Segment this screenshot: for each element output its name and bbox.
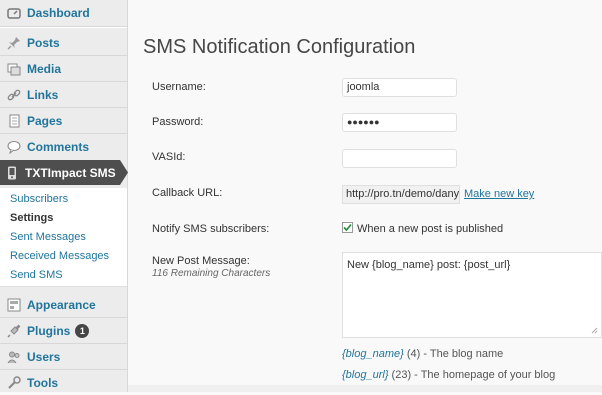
menu-separator-highlight (0, 27, 127, 28)
vasid-input[interactable] (342, 149, 457, 168)
txtimpact-label-wrap: TXTImpact SMS (7, 160, 116, 185)
main-content: SMS Notification Configuration Username:… (128, 0, 602, 392)
menu-media[interactable]: Media (0, 57, 127, 81)
menu-separator (0, 369, 127, 370)
submenu-subscribers[interactable]: Subscribers (10, 193, 68, 205)
submenu-received-messages[interactable]: Received Messages (10, 250, 109, 262)
admin-sidebar: Dashboard Posts Media Links Pages Commen… (0, 0, 128, 392)
notify-option-label[interactable]: When a new post is published (357, 223, 503, 235)
username-label: Username: (152, 81, 206, 93)
submenu-settings[interactable]: Settings (10, 212, 53, 224)
menu-links-label: Links (27, 88, 59, 102)
link-icon (7, 88, 21, 102)
plug-icon (7, 324, 21, 338)
submenu-sent-messages[interactable]: Sent Messages (10, 231, 86, 243)
new-post-message-text: New {blog_name} post: {post_url} (347, 259, 511, 271)
menu-separator (0, 107, 127, 108)
notify-checkbox[interactable] (342, 222, 353, 233)
page-title: SMS Notification Configuration (143, 36, 416, 58)
callback-url-label: Callback URL: (152, 187, 223, 199)
hint-text: (23) - The homepage of your blog (388, 369, 556, 381)
hint-tag: {blog_url} (342, 369, 389, 381)
hint-blog-name: {blog_name} (4) - The blog name (342, 348, 503, 360)
password-label: Password: (152, 116, 204, 128)
phone-icon (7, 166, 17, 180)
menu-plugins-label: Plugins (27, 324, 71, 338)
pushpin-icon (7, 36, 21, 50)
menu-posts-label: Posts (27, 36, 60, 50)
vasid-label: VASId: (152, 151, 186, 163)
pages-icon (7, 114, 21, 128)
plugins-update-badge: 1 (75, 324, 90, 338)
new-post-message-label: New Post Message: (152, 255, 250, 267)
menu-txtimpact-sms[interactable]: TXTImpact SMS (0, 160, 128, 185)
menu-separator (0, 343, 127, 344)
username-input[interactable]: joomla (342, 78, 457, 97)
menu-users-label: Users (27, 350, 61, 364)
menu-users[interactable]: Users (0, 345, 127, 369)
menu-txtimpact-label: TXTImpact SMS (25, 165, 116, 180)
menu-dashboard[interactable]: Dashboard (0, 1, 127, 25)
submenu-send-sms[interactable]: Send SMS (10, 269, 63, 281)
menu-separator (0, 133, 127, 134)
menu-media-label: Media (27, 62, 62, 76)
notify-label: Notify SMS subscribers: (152, 223, 270, 235)
password-input[interactable]: ●●●●●● (342, 113, 457, 132)
menu-dashboard-label: Dashboard (27, 6, 90, 20)
users-icon (7, 350, 21, 364)
menu-plugins[interactable]: Plugins 1 (0, 319, 127, 343)
menu-appearance[interactable]: Appearance (0, 293, 127, 317)
menu-pages-label: Pages (27, 114, 63, 128)
tools-icon (7, 376, 21, 390)
menu-comments-label: Comments (27, 140, 90, 154)
appearance-icon (7, 298, 21, 312)
checkmark-icon (343, 223, 352, 232)
comment-icon (7, 140, 21, 154)
menu-posts[interactable]: Posts (0, 31, 127, 55)
bottom-scroll-edge (128, 385, 602, 392)
txtimpact-submenu: Subscribers Settings Sent Messages Recei… (0, 188, 127, 287)
menu-separator (0, 81, 127, 82)
hint-text: (4) - The blog name (403, 348, 504, 360)
menu-links[interactable]: Links (0, 83, 127, 107)
remaining-characters: 116 Remaining Characters (152, 268, 271, 279)
menu-tools-label: Tools (27, 376, 59, 390)
menu-separator (0, 55, 127, 56)
menu-pages[interactable]: Pages (0, 109, 127, 133)
new-post-message-textarea[interactable]: New {blog_name} post: {post_url} (342, 252, 602, 338)
hint-blog-url: {blog_url} (23) - The homepage of your b… (342, 369, 555, 381)
hint-tag: {blog_name} (342, 348, 404, 360)
resize-handle-icon[interactable] (590, 326, 598, 334)
callback-url-field[interactable]: http://pro.tn/demo/dany/ (342, 185, 460, 204)
menu-tools[interactable]: Tools (0, 371, 127, 395)
dashboard-icon (7, 6, 21, 20)
media-icon (7, 62, 21, 76)
make-new-key-link[interactable]: Make new key (464, 188, 534, 200)
menu-comments[interactable]: Comments (0, 135, 127, 159)
menu-appearance-label: Appearance (27, 298, 96, 312)
menu-separator (0, 317, 127, 318)
